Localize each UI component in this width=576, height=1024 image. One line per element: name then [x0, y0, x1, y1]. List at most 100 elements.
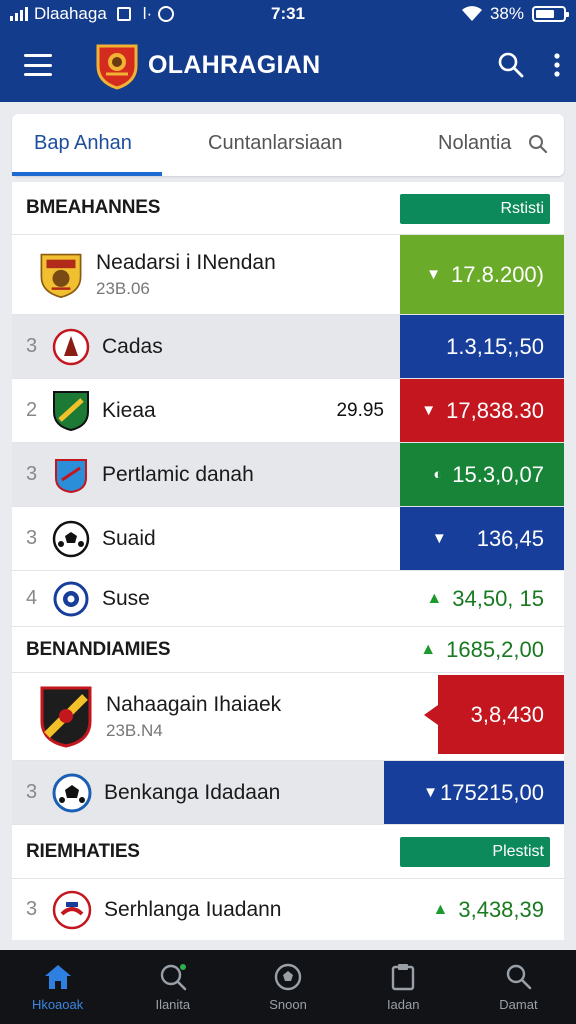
rank-number: 4: [26, 587, 38, 609]
team-subtext: 23B.06: [96, 278, 150, 298]
list-item[interactable]: 3 Benkanga Idadaan ▼ 175215,00: [12, 760, 564, 824]
up-arrow-icon: ▲: [420, 640, 437, 658]
search-icon: [529, 135, 548, 154]
nav-label: Snoon: [269, 996, 307, 1012]
list-item[interactable]: 4 Suse ▲ 34,50, 15: [12, 570, 564, 626]
down-arrow-icon: ▼: [431, 530, 447, 547]
more-options-button[interactable]: [554, 53, 560, 77]
score-value: 15.3,0,07: [452, 461, 544, 487]
nav-home[interactable]: Hkoaoak: [0, 950, 115, 1024]
bottom-navigation: Hkoaoak Ilanita Snoon Iadan Damat: [0, 950, 576, 1024]
score-value: 136,45: [476, 525, 544, 551]
nav-matches[interactable]: Snoon: [230, 950, 345, 1024]
score-value: 3,8,430: [470, 701, 544, 727]
status-dot-icon: ◐: [433, 466, 443, 483]
menu-icon[interactable]: [24, 54, 52, 76]
score-value: 17,838.30: [446, 397, 544, 423]
score-value-plain: ▲ 34,50, 15: [426, 586, 544, 612]
nav-label: Iadan: [386, 996, 420, 1012]
list-item[interactable]: 3 Cadas 1.3,15;,50: [12, 314, 564, 378]
score-value: 34,50, 15: [452, 585, 544, 611]
down-arrow-icon: ▼: [423, 784, 438, 801]
status-bar: Dlaahaga l· 7:31 38%: [0, 0, 576, 28]
score-value: 1.3,15;,50: [446, 333, 544, 359]
team-name: Kieaa: [102, 398, 156, 422]
team-name: Pertlamic danah: [102, 462, 254, 486]
section-tag-button[interactable]: Plestist: [400, 837, 550, 867]
team-name: Neadarsi i INendan: [96, 250, 276, 274]
team-crest-icon: [52, 390, 90, 431]
nav-label: Damat: [499, 996, 538, 1012]
tab-search-button[interactable]: [528, 134, 548, 159]
score-value: 3,438,39: [458, 896, 544, 922]
sync-icon: [158, 6, 175, 22]
list-item[interactable]: 3 Serhlanga Iuadann ▲ 3,438,39: [12, 878, 564, 940]
list-item[interactable]: 3 Pertlamic danah ◐ 15.3,0,07: [12, 442, 564, 506]
flag-notch-icon: [424, 705, 438, 725]
more-vertical-icon: [554, 53, 560, 77]
list-item[interactable]: Neadarsi i INendan 23B.06 ▼ 17.8.200): [12, 234, 564, 314]
rank-number: 3: [26, 463, 38, 485]
score-value: 17.8.200): [451, 261, 544, 287]
section-title: BENANDIAMIES: [26, 638, 171, 660]
team-name: Benkanga Idadaan: [104, 780, 281, 804]
up-arrow-icon: ▲: [432, 900, 449, 918]
tab-bap-anhan[interactable]: Bap Anhan: [34, 132, 132, 155]
score-box: 3,8,430: [438, 675, 564, 754]
soccer-ball-icon: [52, 773, 92, 813]
team-name: Suse: [102, 586, 150, 610]
rank-number: 3: [26, 781, 38, 803]
nav-schedule[interactable]: Iadan: [346, 950, 461, 1024]
clipboard-icon: [392, 963, 415, 990]
section-header: BMEAHANNES Rstisti: [12, 182, 564, 234]
team-name: Serhlanga Iuadann: [104, 897, 282, 921]
team-crest-icon: [52, 890, 92, 930]
notification-icon: [116, 7, 131, 21]
score-value: 175215,00: [440, 779, 544, 805]
nav-search[interactable]: Ilanita: [115, 950, 230, 1024]
status-extra: l·: [142, 4, 153, 23]
signal-icon: [10, 7, 28, 21]
carrier-name: Dlaahaga: [34, 4, 107, 23]
ball-icon: [274, 963, 302, 990]
team-crest-icon: [38, 685, 94, 749]
section-title: BMEAHANNES: [26, 197, 161, 218]
match-stat: 29.95: [336, 399, 384, 421]
app-bar: OLAHRAGIAN: [0, 28, 576, 102]
section-header: RIEMHATIES Plestist: [12, 824, 564, 878]
score-box: ▼ 136,45: [400, 507, 564, 570]
team-crest-icon: [52, 456, 90, 494]
team-name: Suaid: [102, 526, 156, 550]
battery-icon: [532, 6, 569, 22]
team-name: Nahaagain Ihaiaek: [106, 692, 282, 716]
up-arrow-icon: ▲: [426, 589, 443, 607]
search-icon: [160, 963, 187, 990]
search-button[interactable]: [498, 52, 524, 78]
team-name: Cadas: [102, 334, 163, 358]
down-arrow-icon: ▼: [421, 402, 437, 419]
profile-icon: [507, 964, 532, 989]
wifi-icon: [461, 6, 482, 21]
team-subtext: 23B.N4: [106, 720, 163, 740]
team-crest-icon: [52, 580, 90, 618]
tab-cuntanlarsiaan[interactable]: Cuntanlarsiaan: [208, 132, 343, 155]
team-crest-icon: [38, 252, 84, 298]
section-title: RIEMHATIES: [26, 840, 140, 862]
home-icon: [44, 964, 71, 989]
list-item[interactable]: Nahaagain Ihaiaek 23B.N4 3,8,430: [12, 672, 564, 760]
score-box: 1.3,15;,50: [400, 315, 564, 378]
list-item[interactable]: 3 Suaid ▼ 136,45: [12, 506, 564, 570]
app-title: OLAHRAGIAN: [148, 50, 321, 79]
list-item[interactable]: 2 Kieaa 29.95 ▼ 17,838.30: [12, 378, 564, 442]
search-icon: [498, 52, 524, 78]
tab-bar: Bap Anhan Cuntanlarsiaan Nolantia: [12, 114, 564, 176]
score-box: ◐ 15.3,0,07: [400, 443, 564, 506]
soccer-ball-icon: [52, 520, 90, 558]
section-tag-button[interactable]: Rstisti: [400, 194, 550, 224]
nav-profile[interactable]: Damat: [461, 950, 576, 1024]
nav-label: Ilanita: [155, 996, 191, 1012]
down-arrow-icon: ▼: [426, 266, 442, 283]
active-tab-indicator: [12, 172, 162, 176]
app-logo: [96, 44, 138, 90]
tab-nolantia[interactable]: Nolantia: [438, 132, 511, 155]
